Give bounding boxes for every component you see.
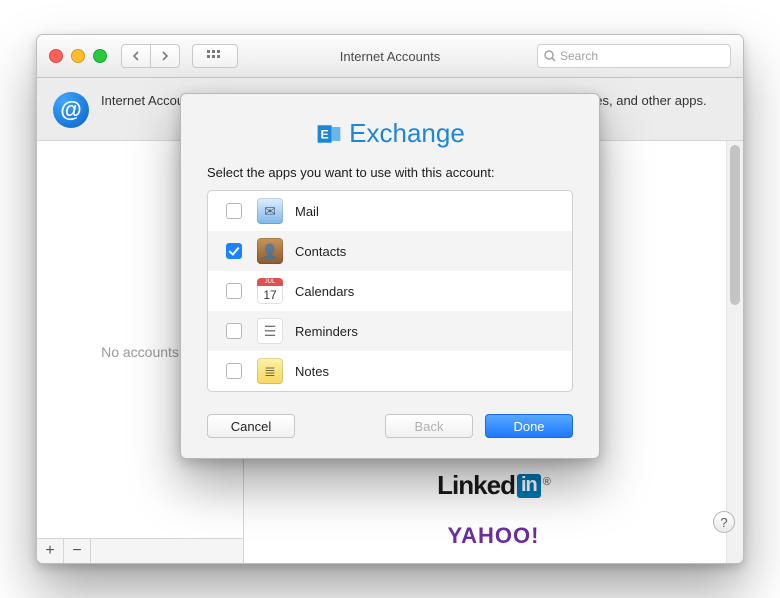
forward-button[interactable] — [150, 44, 180, 68]
svg-text:E: E — [321, 127, 329, 141]
mail-icon: ✉︎ — [257, 198, 283, 224]
search-input[interactable]: Search — [537, 44, 731, 68]
app-label: Reminders — [295, 324, 358, 339]
app-label: Mail — [295, 204, 319, 219]
app-checkbox[interactable] — [226, 363, 242, 379]
nav-back-forward — [121, 44, 180, 68]
exchange-brand: E Exchange — [207, 118, 573, 149]
app-label: Contacts — [295, 244, 346, 259]
provider-yahoo[interactable]: YAHOO! — [448, 523, 540, 549]
provider-linkedin[interactable]: Linked in ® — [437, 470, 550, 501]
remove-account-button[interactable]: − — [64, 539, 91, 563]
app-checkbox[interactable] — [226, 283, 242, 299]
linkedin-word: Linked — [437, 470, 515, 501]
done-button[interactable]: Done — [485, 414, 573, 438]
sheet-footer: Cancel Back Done — [207, 414, 573, 438]
sidebar-footer: + − — [37, 538, 243, 563]
reminders-icon: ☰ — [257, 318, 283, 344]
app-row: 👤 Contacts — [208, 231, 572, 271]
app-row: JUL17 Calendars — [208, 271, 572, 311]
registered-mark: ® — [543, 476, 550, 488]
app-label: Calendars — [295, 284, 354, 299]
internet-accounts-icon: @ — [53, 92, 89, 128]
add-account-button[interactable]: + — [37, 539, 64, 563]
sheet-instruction: Select the apps you want to use with thi… — [207, 165, 573, 180]
exchange-setup-sheet: E Exchange Select the apps you want to u… — [180, 93, 600, 459]
provider-list: Linked in ® YAHOO! — [437, 470, 550, 549]
scrollbar-thumb[interactable] — [730, 145, 740, 305]
back-button-sheet[interactable]: Back — [385, 414, 473, 438]
app-checkbox[interactable] — [226, 243, 242, 259]
exchange-icon: E — [315, 120, 343, 148]
app-checkbox[interactable] — [226, 203, 242, 219]
window-controls — [49, 49, 107, 63]
search-icon — [544, 50, 556, 62]
exchange-brand-text: Exchange — [349, 118, 465, 149]
preferences-window: Internet Accounts Search @ Internet Acco… — [36, 34, 744, 564]
app-row: ≣ Notes — [208, 351, 572, 391]
search-placeholder: Search — [560, 49, 598, 63]
back-button[interactable] — [121, 44, 150, 68]
grid-icon — [207, 50, 223, 62]
close-window-icon[interactable] — [49, 49, 63, 63]
titlebar: Internet Accounts Search — [37, 35, 743, 78]
no-accounts-label: No accounts — [101, 344, 179, 360]
show-all-button[interactable] — [192, 44, 238, 68]
scrollbar[interactable] — [726, 141, 743, 563]
app-list: ✉︎ Mail 👤 Contacts JUL17 Calendars ☰ Reminders ≣… — [207, 190, 573, 392]
calendar-icon: JUL17 — [257, 278, 283, 304]
help-button[interactable]: ? — [713, 511, 735, 533]
minimize-window-icon[interactable] — [71, 49, 85, 63]
app-row: ☰ Reminders — [208, 311, 572, 351]
app-row: ✉︎ Mail — [208, 191, 572, 231]
zoom-window-icon[interactable] — [93, 49, 107, 63]
contacts-icon: 👤 — [257, 238, 283, 264]
notes-icon: ≣ — [257, 358, 283, 384]
linkedin-badge: in — [517, 474, 541, 498]
app-label: Notes — [295, 364, 329, 379]
cancel-button[interactable]: Cancel — [207, 414, 295, 438]
app-checkbox[interactable] — [226, 323, 242, 339]
